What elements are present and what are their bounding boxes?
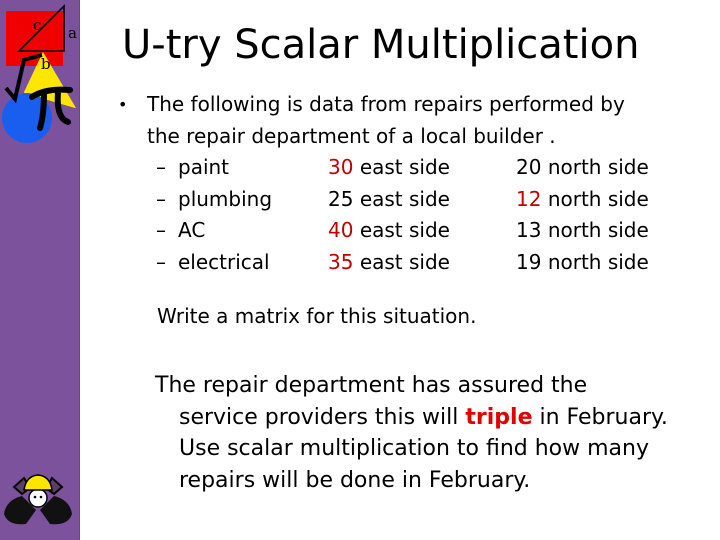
east-side-cell: 30 east side [328,152,450,184]
east-side-cell: 25 east side [328,184,450,216]
geometry-logo-icon: c a b [2,4,77,143]
east-side-cell: 40 east side [328,215,450,247]
east-label: east side [359,186,450,211]
east-value: 30 [328,155,354,179]
north-label: north side [547,155,649,179]
north-value: 13 [516,218,542,242]
repair-row: – plumbing 25 east side 12 north side [118,184,698,216]
north-label: north side [547,186,649,211]
label-b: b [41,55,51,73]
label-a: a [68,24,77,42]
north-value: 20 [516,155,542,179]
east-value: 40 [328,218,354,242]
data-bullet: • The following is data from repairs per… [118,89,698,278]
repair-row: – paint 30 east side 20 north side [118,152,698,184]
row-dash: – [156,186,166,211]
row-dash: – [156,218,166,242]
repair-data-list: – paint 30 east side 20 north side – plumbing… [118,152,698,278]
paragraph-pre-highlight: service providers this will [179,404,466,430]
instruction-text: Write a matrix for this situation. [157,304,477,328]
bullet-text-line-1: The following is data from repairs perfo… [147,92,625,116]
label-c: c [33,16,41,34]
north-side-cell: 20 north side [516,152,649,184]
east-value: 25 [328,186,354,211]
north-label: north side [547,249,649,274]
north-side-cell: 12 north side [516,184,649,216]
row-label: plumbing [178,186,273,211]
bullet-line-1: • The following is data from repairs per… [118,89,698,121]
north-side-cell: 13 north side [516,215,649,247]
north-label: north side [547,218,649,242]
row-label: AC [178,218,206,242]
row-dash: – [156,249,166,274]
highlight-word: triple [465,404,533,430]
slide-title: U-try Scalar Multiplication [122,22,640,68]
row-label: paint [178,155,230,179]
sidebar: c a b [0,0,80,540]
repair-row: – AC 40 east side 13 north side [118,215,698,247]
north-value: 12 [516,186,542,211]
east-label: east side [359,155,450,179]
row-label: electrical [178,249,270,274]
east-value: 35 [328,249,354,274]
problem-paragraph: The repair department has assured the se… [155,370,695,496]
east-side-cell: 35 east side [328,247,450,279]
east-label: east side [359,249,450,274]
paragraph-rest: service providers this will triple in Fe… [155,402,695,497]
bullet-icon: • [118,95,128,114]
repair-row: – electrical 35 east side 19 north side [118,247,698,279]
paragraph-first-line: The repair department has assured the [155,373,588,398]
row-dash: – [156,155,166,179]
bullet-line-2: the repair department of a local builder… [118,121,698,153]
east-label: east side [359,218,450,242]
bullet-text-line-2: the repair department of a local builder… [147,123,556,148]
north-value: 19 [516,249,542,274]
north-side-cell: 19 north side [516,247,649,279]
construction-worker-icon [4,474,72,525]
